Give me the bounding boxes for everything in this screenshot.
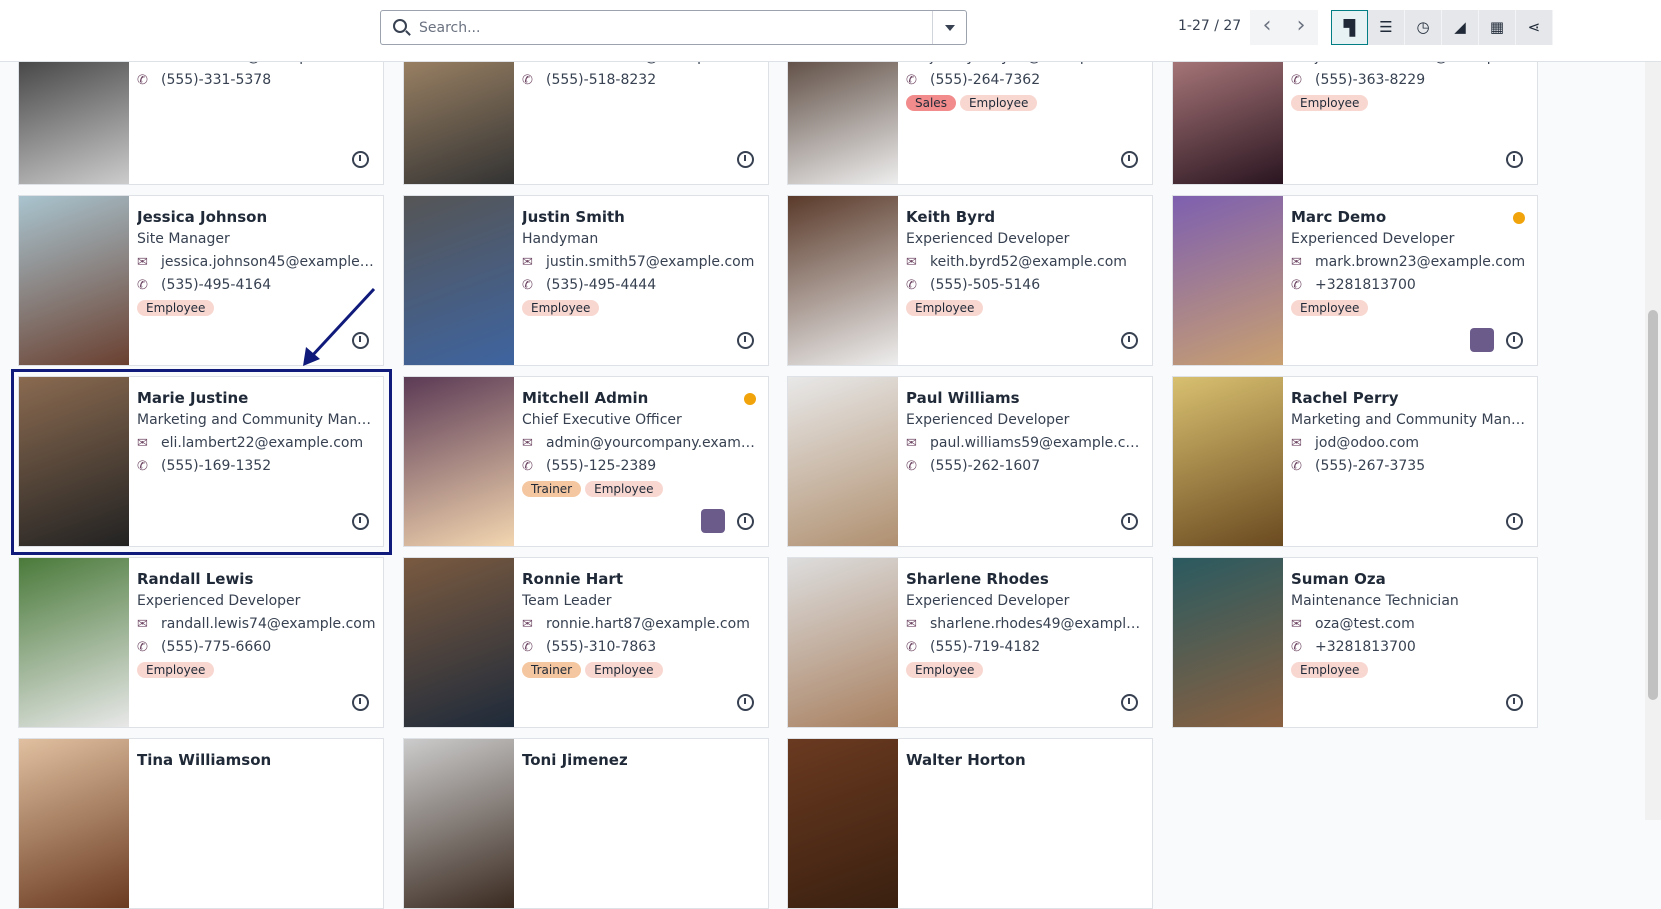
graph-icon: ◢ <box>1454 18 1466 36</box>
hierarchy-view-button[interactable]: ⋖ <box>1516 10 1553 45</box>
scrollbar-thumb[interactable] <box>1648 310 1658 700</box>
activity-icon: ◷ <box>1416 18 1430 36</box>
hierarchy-icon: ⋖ <box>1527 18 1541 36</box>
search-icon <box>393 19 407 33</box>
search-options-dropdown[interactable] <box>932 11 966 44</box>
pager-previous-button[interactable]: ‹ <box>1250 10 1284 45</box>
kanban-view-button[interactable]: ▜ <box>1331 10 1368 45</box>
pager-next-button[interactable]: › <box>1284 10 1318 45</box>
graph-view-button[interactable]: ◢ <box>1442 10 1479 45</box>
annotation-arrow <box>303 287 376 366</box>
kanban-icon: ▜ <box>1343 19 1356 37</box>
list-icon: ☰ <box>1379 18 1393 36</box>
pager-value[interactable]: 1-27 / 27 <box>1178 18 1241 34</box>
scrollbar[interactable] <box>1645 62 1661 820</box>
search-input[interactable]: Search... <box>380 10 967 45</box>
control-panel: Search... 1-27 / 27 ‹ › ▜ ☰ ◷ ◢ ▦ ⋖ <box>0 0 1661 62</box>
pivot-view-button[interactable]: ▦ <box>1479 10 1516 45</box>
search-placeholder: Search... <box>419 20 481 36</box>
list-view-button[interactable]: ☰ <box>1368 10 1405 45</box>
activity-view-button[interactable]: ◷ <box>1405 10 1442 45</box>
pivot-icon: ▦ <box>1489 18 1505 36</box>
